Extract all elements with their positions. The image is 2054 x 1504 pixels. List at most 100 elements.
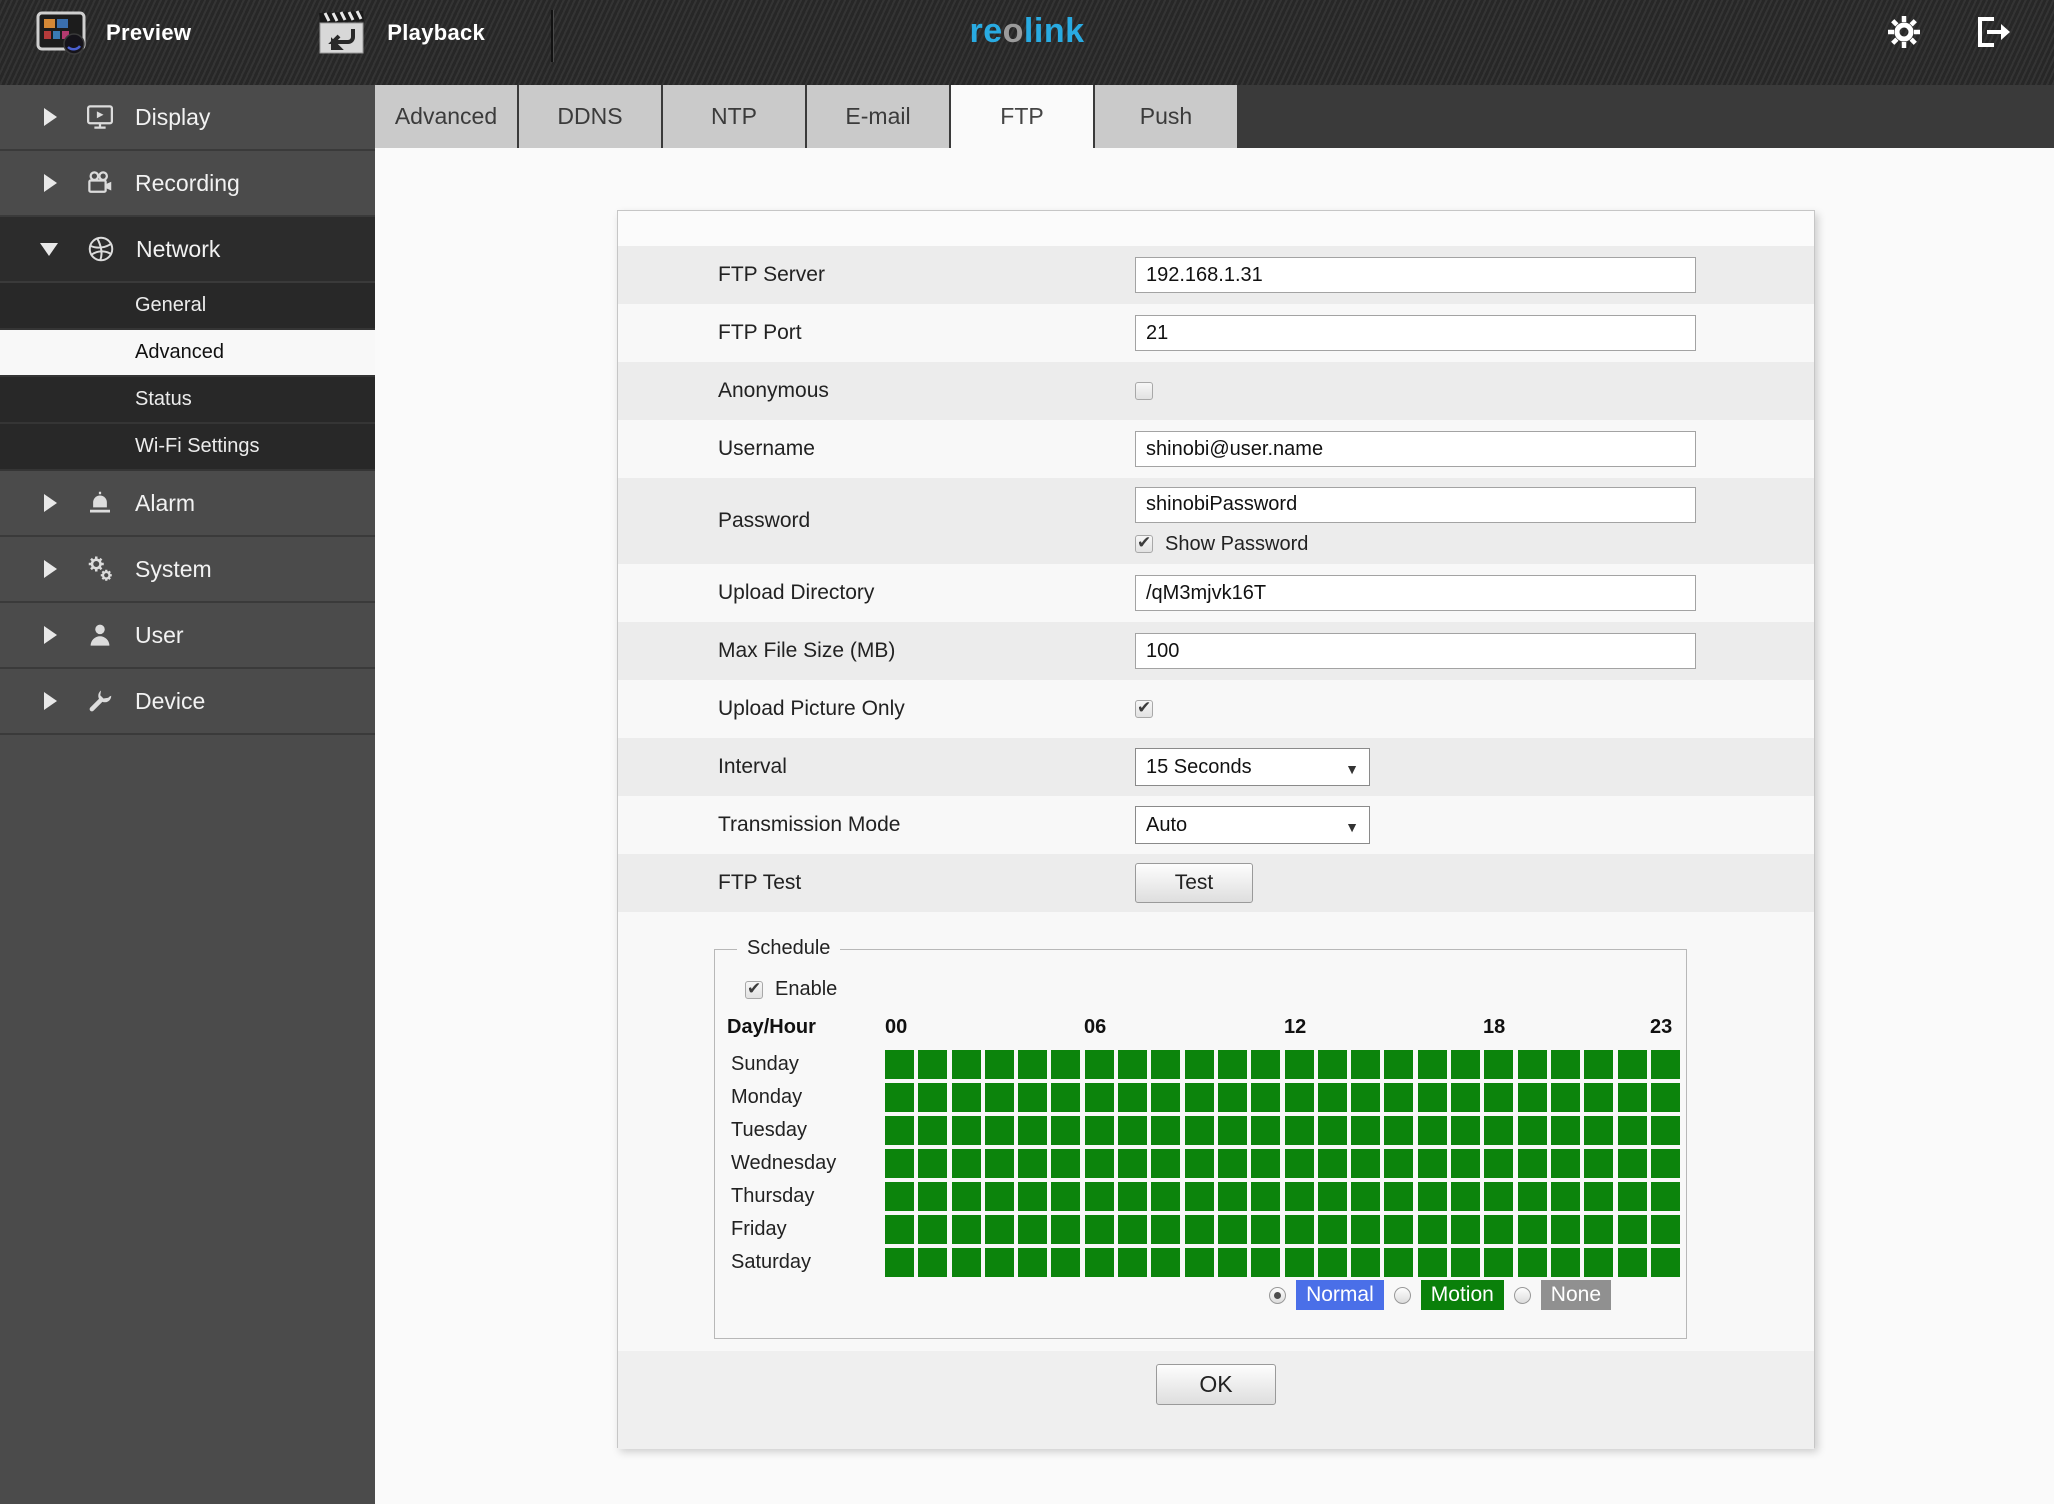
schedule-cell[interactable] [1417, 1215, 1447, 1244]
schedule-cell[interactable] [1118, 1083, 1148, 1112]
upload-picture-only-checkbox[interactable] [1135, 698, 1153, 718]
logout-icon[interactable] [1974, 14, 2014, 50]
schedule-cell[interactable] [885, 1116, 914, 1145]
anonymous-checkbox[interactable] [1135, 382, 1153, 400]
schedule-cell[interactable] [1451, 1215, 1481, 1244]
schedule-cell[interactable] [1484, 1215, 1514, 1244]
schedule-cell[interactable] [918, 1149, 948, 1178]
tab-advanced[interactable]: Advanced [375, 85, 517, 148]
motion-mode-badge[interactable]: Motion [1420, 1280, 1504, 1310]
schedule-cell[interactable] [1184, 1149, 1214, 1178]
schedule-cell[interactable] [1517, 1182, 1547, 1211]
schedule-cell[interactable] [1550, 1182, 1580, 1211]
ftp-port-input[interactable] [1135, 315, 1696, 351]
schedule-cell[interactable] [885, 1248, 914, 1277]
schedule-cell[interactable] [885, 1083, 914, 1112]
schedule-cell[interactable] [1617, 1149, 1647, 1178]
schedule-cell[interactable] [918, 1182, 948, 1211]
schedule-cell[interactable] [1118, 1116, 1148, 1145]
schedule-cell[interactable] [1018, 1248, 1048, 1277]
schedule-cell[interactable] [1217, 1149, 1247, 1178]
schedule-cell[interactable] [1018, 1182, 1048, 1211]
schedule-cell[interactable] [1517, 1248, 1547, 1277]
schedule-cell[interactable] [1051, 1083, 1081, 1112]
schedule-cell[interactable] [984, 1149, 1014, 1178]
motion-radio[interactable] [1393, 1286, 1411, 1304]
schedule-cell[interactable] [1217, 1182, 1247, 1211]
schedule-cell[interactable] [918, 1248, 948, 1277]
ftp-test-button[interactable]: Test [1135, 863, 1253, 903]
schedule-cell[interactable] [1517, 1149, 1547, 1178]
schedule-cell[interactable] [1084, 1182, 1114, 1211]
sidebar-item-status[interactable]: Status [0, 377, 375, 424]
sidebar-item-display[interactable]: Display [0, 85, 375, 151]
tab-ftp[interactable]: FTP [951, 85, 1093, 148]
schedule-cell[interactable] [1051, 1050, 1081, 1079]
schedule-cell[interactable] [918, 1050, 948, 1079]
settings-gear-icon[interactable] [1886, 14, 1922, 50]
normal-radio[interactable] [1269, 1286, 1287, 1304]
schedule-cell[interactable] [1584, 1182, 1614, 1211]
schedule-cell[interactable] [1584, 1116, 1614, 1145]
schedule-cell[interactable] [1184, 1116, 1214, 1145]
schedule-cell[interactable] [1584, 1083, 1614, 1112]
schedule-cell[interactable] [1417, 1182, 1447, 1211]
schedule-cell[interactable] [951, 1116, 981, 1145]
schedule-cell[interactable] [1184, 1083, 1214, 1112]
username-input[interactable] [1135, 431, 1696, 467]
schedule-cell[interactable] [1351, 1083, 1381, 1112]
schedule-cell[interactable] [1084, 1149, 1114, 1178]
upload-directory-input[interactable] [1135, 575, 1696, 611]
schedule-cell[interactable] [951, 1050, 981, 1079]
schedule-cell[interactable] [1351, 1116, 1381, 1145]
schedule-cell[interactable] [1051, 1182, 1081, 1211]
schedule-cell[interactable] [1317, 1149, 1347, 1178]
schedule-cell[interactable] [1051, 1149, 1081, 1178]
schedule-cell[interactable] [1384, 1083, 1414, 1112]
schedule-cell[interactable] [1617, 1116, 1647, 1145]
schedule-cell[interactable] [1617, 1248, 1647, 1277]
schedule-cell[interactable] [1184, 1050, 1214, 1079]
schedule-cell[interactable] [1417, 1116, 1447, 1145]
schedule-cell[interactable] [1051, 1116, 1081, 1145]
schedule-cell[interactable] [1084, 1248, 1114, 1277]
schedule-cell[interactable] [1018, 1116, 1048, 1145]
schedule-cell[interactable] [1351, 1248, 1381, 1277]
schedule-cell[interactable] [1351, 1215, 1381, 1244]
schedule-cell[interactable] [1084, 1083, 1114, 1112]
schedule-cell[interactable] [1018, 1215, 1048, 1244]
sidebar-item-network[interactable]: Network [0, 217, 375, 283]
schedule-cell[interactable] [1251, 1050, 1281, 1079]
schedule-cell[interactable] [1284, 1083, 1314, 1112]
schedule-cell[interactable] [1317, 1182, 1347, 1211]
tab-push[interactable]: Push [1095, 85, 1237, 148]
schedule-cell[interactable] [1550, 1116, 1580, 1145]
sidebar-item-device[interactable]: Device [0, 669, 375, 735]
schedule-cell[interactable] [1550, 1215, 1580, 1244]
sidebar-item-advanced[interactable]: Advanced [0, 330, 375, 377]
schedule-cell[interactable] [1284, 1215, 1314, 1244]
schedule-cell[interactable] [1451, 1149, 1481, 1178]
schedule-cell[interactable] [1484, 1050, 1514, 1079]
schedule-cell[interactable] [1284, 1182, 1314, 1211]
schedule-cell[interactable] [1184, 1182, 1214, 1211]
password-input[interactable] [1135, 486, 1696, 523]
schedule-cell[interactable] [1650, 1116, 1680, 1145]
max-file-size-input[interactable] [1135, 633, 1696, 669]
schedule-cell[interactable] [1251, 1116, 1281, 1145]
schedule-cell[interactable] [1184, 1215, 1214, 1244]
sidebar-item-user[interactable]: User [0, 603, 375, 669]
schedule-cell[interactable] [1084, 1215, 1114, 1244]
schedule-cell[interactable] [1617, 1050, 1647, 1079]
normal-mode-badge[interactable]: Normal [1296, 1280, 1384, 1310]
schedule-cell[interactable] [918, 1116, 948, 1145]
schedule-cell[interactable] [1151, 1050, 1181, 1079]
schedule-cell[interactable] [951, 1182, 981, 1211]
schedule-cell[interactable] [1151, 1149, 1181, 1178]
schedule-cell[interactable] [984, 1083, 1014, 1112]
ok-button[interactable]: OK [1156, 1364, 1276, 1405]
schedule-cell[interactable] [1317, 1083, 1347, 1112]
schedule-cell[interactable] [1384, 1149, 1414, 1178]
schedule-cell[interactable] [1151, 1116, 1181, 1145]
schedule-cell[interactable] [1084, 1116, 1114, 1145]
